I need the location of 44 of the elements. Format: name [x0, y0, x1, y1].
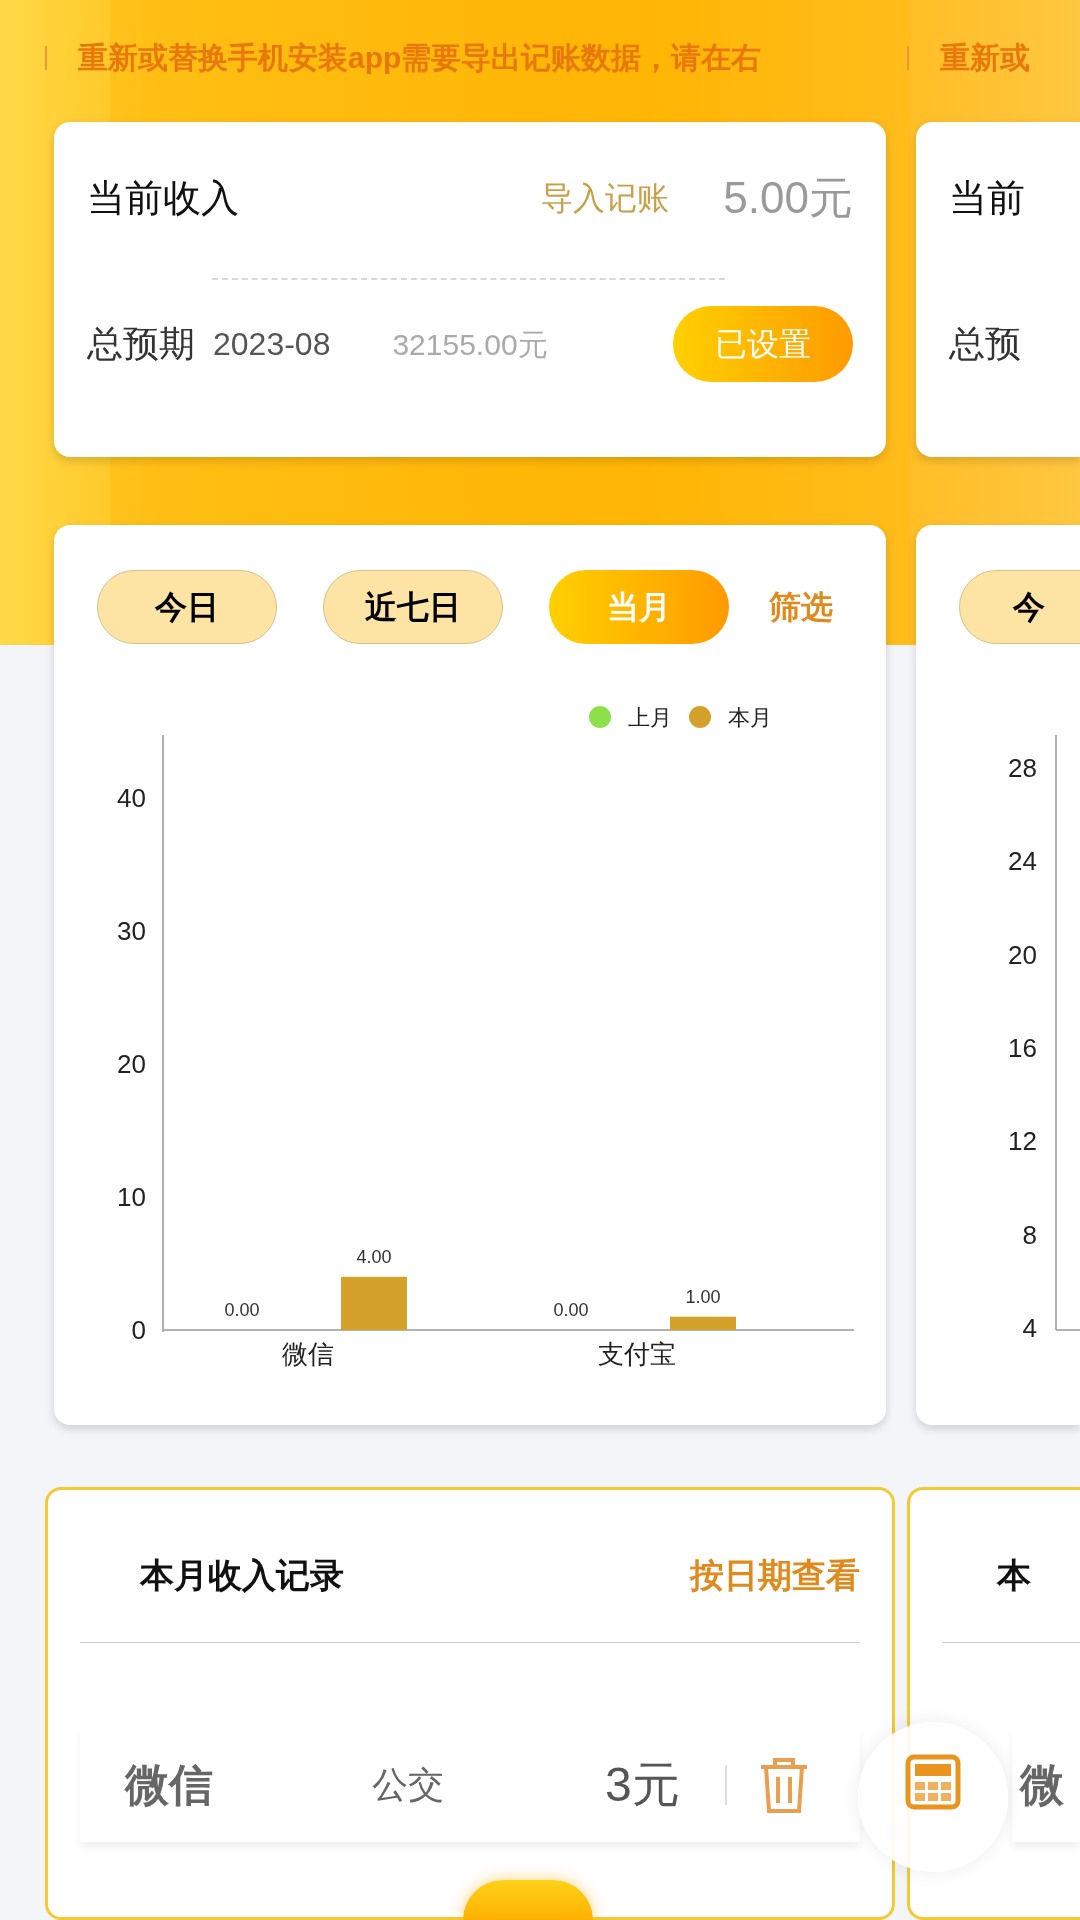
record-amount: 3元	[605, 1756, 681, 1813]
bar	[341, 1276, 407, 1330]
record-row[interactable]: 微信 公交 3元	[80, 1727, 860, 1842]
y-tick-label: 28	[1008, 753, 1037, 783]
card-title: 当前收入	[87, 175, 239, 221]
x-axis	[1055, 1329, 1080, 1331]
y-tick-label: 4	[1022, 1313, 1037, 1343]
period-tab[interactable]: 今日	[97, 570, 277, 644]
record-row[interactable]: 微	[1012, 1727, 1080, 1842]
category-label: 支付宝	[598, 1339, 676, 1369]
record-category: 公交	[372, 1762, 445, 1807]
value-label: 1.00	[685, 1286, 721, 1307]
y-tick-label: 40	[117, 783, 146, 813]
y-tick-label: 0	[131, 1315, 146, 1345]
records-title: 本月收入记录	[140, 1554, 344, 1596]
y-tick-label: 8	[1022, 1219, 1037, 1250]
value-label: 0.00	[553, 1300, 589, 1320]
calculator-icon	[905, 1754, 961, 1810]
period-tab[interactable]: 今	[959, 570, 1080, 644]
income-amount: 5.00元	[723, 172, 853, 224]
budget-amount: 32155.00元	[392, 326, 548, 363]
y-tick-label: 30	[117, 916, 146, 946]
budget-label: 总预	[949, 322, 1021, 366]
legend-label: 上月	[628, 705, 672, 730]
y-tick-label: 20	[1008, 939, 1037, 970]
record-account: 微信	[125, 1758, 214, 1811]
card-title: 当前	[949, 175, 1025, 221]
records-title: 本	[997, 1554, 1031, 1596]
legend-label: 本月	[728, 705, 772, 730]
record-account: 微	[1020, 1758, 1064, 1811]
notice-text: 重新或替换手机安装app需要导出记账数据，请在右	[78, 40, 762, 76]
y-tick-label: 10	[117, 1182, 146, 1212]
bar	[670, 1316, 736, 1330]
value-label: 0.00	[224, 1300, 260, 1320]
y-tick-label: 20	[117, 1049, 146, 1079]
y-tick-label: 16	[1008, 1033, 1037, 1063]
category-label: 微信	[282, 1339, 334, 1369]
budget-month: 2023-08	[213, 325, 331, 364]
y-tick-label: 24	[1008, 846, 1037, 877]
y-tick-label: 12	[1008, 1126, 1037, 1157]
notice-text: 重新或	[940, 40, 1030, 76]
period-tab[interactable]: 近七日	[323, 570, 503, 644]
budget-label: 总预期	[87, 322, 195, 366]
value-label: 4.00	[356, 1246, 392, 1267]
